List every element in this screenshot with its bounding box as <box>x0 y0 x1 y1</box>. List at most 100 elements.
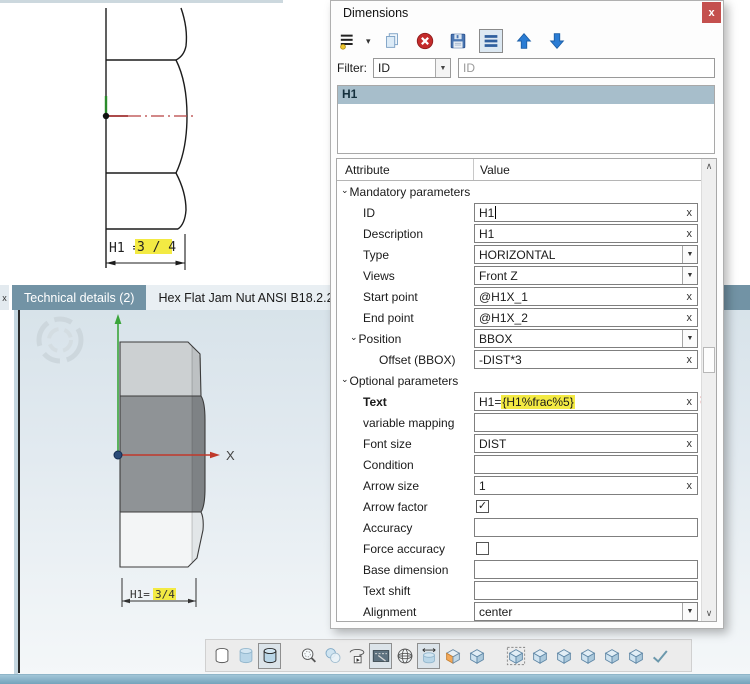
attribute-label: Description <box>363 227 423 241</box>
wireframe-display-button[interactable] <box>210 643 233 669</box>
value-input[interactable]: H1x <box>474 224 698 243</box>
list-item[interactable]: H1 <box>338 86 714 104</box>
value-text: HORIZONTAL <box>479 248 555 262</box>
attribute-label: Condition <box>363 458 414 472</box>
clear-field-icon[interactable]: x <box>682 396 698 408</box>
clear-field-icon[interactable]: x <box>682 312 698 324</box>
value-input[interactable]: DISTx <box>474 434 698 453</box>
value-input[interactable]: H1 x <box>474 203 698 222</box>
value-select[interactable]: BBOX▼ <box>474 329 698 348</box>
zoom-window-button[interactable] <box>369 643 392 669</box>
attribute-label: Text <box>363 395 387 409</box>
value-input[interactable]: @H1X_2x <box>474 308 698 327</box>
clear-field-icon[interactable]: x <box>682 480 698 492</box>
chevron-down-icon[interactable]: ⌄ <box>350 332 358 343</box>
attribute-label: Text shift <box>363 584 410 598</box>
confirm-button[interactable] <box>648 643 671 669</box>
chevron-down-icon[interactable]: ⌄ <box>341 374 349 385</box>
shaded-edges-display-button[interactable] <box>258 643 281 669</box>
origin-point-2d <box>103 113 109 119</box>
wireframe-sphere-button[interactable] <box>393 643 416 669</box>
fit-view-button[interactable] <box>417 643 440 669</box>
value-input[interactable] <box>474 581 698 600</box>
iso-view-5-button[interactable] <box>624 643 647 669</box>
value-input[interactable] <box>474 413 698 432</box>
clear-field-icon[interactable]: x <box>682 291 698 303</box>
table-row: Accuracy <box>337 517 701 538</box>
value-select[interactable]: Front Z▼ <box>474 266 698 285</box>
transparent-view-button[interactable] <box>465 643 488 669</box>
origin-point-3d <box>114 451 122 459</box>
filter-row: Filter: ID ▼ <box>337 57 715 79</box>
value-select[interactable]: center ▼ <box>474 602 698 621</box>
watermark-logo-icon <box>39 319 81 361</box>
iso-view-3-button[interactable] <box>576 643 599 669</box>
attribute-label: Accuracy <box>363 521 412 535</box>
scrollbar-thumb[interactable] <box>703 347 715 373</box>
table-row: Arrow size1x <box>337 475 701 496</box>
dimension-list: H1 <box>337 85 715 154</box>
transparency-button[interactable] <box>321 643 344 669</box>
copy-button[interactable] <box>380 29 404 53</box>
chevron-down-icon[interactable]: ▼ <box>435 59 450 77</box>
chevron-down-icon[interactable]: ▼ <box>682 267 697 284</box>
iso-view-2-button[interactable] <box>552 643 575 669</box>
checkbox[interactable] <box>476 542 489 555</box>
chevron-down-icon[interactable]: ▾ <box>366 36 371 47</box>
value-text: H1 <box>479 206 494 220</box>
delete-button[interactable] <box>413 29 437 53</box>
scroll-up-icon[interactable]: ∧ <box>702 159 716 174</box>
move-up-button[interactable] <box>512 29 536 53</box>
left-margin <box>0 310 14 675</box>
iso-view-1-button[interactable] <box>528 643 551 669</box>
table-row: Font sizeDISTx <box>337 433 701 454</box>
move-down-button[interactable] <box>545 29 569 53</box>
clear-field-icon[interactable]: x <box>682 207 698 219</box>
value-text: H1={H1%frac%5} <box>479 395 575 409</box>
table-row: Alignmentcenter▼ <box>337 601 701 621</box>
table-row: End point@H1X_2x <box>337 307 701 328</box>
chevron-down-icon[interactable]: ▼ <box>682 603 697 620</box>
dimension-label-3d: H1= <box>130 588 150 601</box>
rotate-view-button[interactable] <box>345 643 368 669</box>
view-toolbar <box>205 639 692 672</box>
save-button[interactable] <box>446 29 470 53</box>
list-view-button[interactable] <box>479 29 503 53</box>
filter-label: Filter: <box>337 61 373 75</box>
table-row: ViewsFront Z▼ <box>337 265 701 286</box>
clear-field-icon[interactable]: x <box>682 438 698 450</box>
checkbox[interactable]: ✓ <box>476 500 489 513</box>
value-input[interactable] <box>474 518 698 537</box>
clear-field-icon[interactable]: x <box>682 228 698 240</box>
value-input[interactable] <box>474 560 698 579</box>
edge-tab[interactable]: x <box>0 285 12 310</box>
face-view-button[interactable] <box>504 643 527 669</box>
tab-technical-details[interactable]: Technical details (2) <box>12 285 146 310</box>
value-input[interactable] <box>474 455 698 474</box>
value-select[interactable]: HORIZONTAL ▼ <box>474 245 698 264</box>
table-scrollbar[interactable]: ∧ ∨ <box>701 159 716 621</box>
filter-type-select[interactable]: ID ▼ <box>373 58 451 78</box>
clear-field-icon[interactable]: x <box>682 354 698 366</box>
dimension-value-2d: 3 / 4 <box>137 240 176 255</box>
chevron-down-icon[interactable]: ▼ <box>682 246 697 263</box>
close-button[interactable]: x <box>702 2 721 23</box>
value-input[interactable]: @H1X_1x <box>474 287 698 306</box>
scroll-down-icon[interactable]: ∨ <box>702 606 716 621</box>
status-bar <box>0 674 750 684</box>
iso-view-4-button[interactable] <box>600 643 623 669</box>
table-row: Condition <box>337 454 701 475</box>
value-text: center <box>479 605 512 619</box>
menu-button[interactable] <box>337 29 361 53</box>
chevron-down-icon[interactable]: ⌄ <box>341 185 349 196</box>
value-input[interactable]: H1={H1%frac%5} x <box>474 392 698 411</box>
solid-view-button[interactable] <box>441 643 464 669</box>
value-input[interactable]: 1x <box>474 476 698 495</box>
shaded-display-button[interactable] <box>234 643 257 669</box>
zoom-button[interactable] <box>297 643 320 669</box>
table-row: Text shift <box>337 580 701 601</box>
filter-input[interactable] <box>458 58 715 78</box>
table-row: Start point@H1X_1x <box>337 286 701 307</box>
value-input[interactable]: -DIST*3x <box>474 350 698 369</box>
chevron-down-icon[interactable]: ▼ <box>682 330 697 347</box>
